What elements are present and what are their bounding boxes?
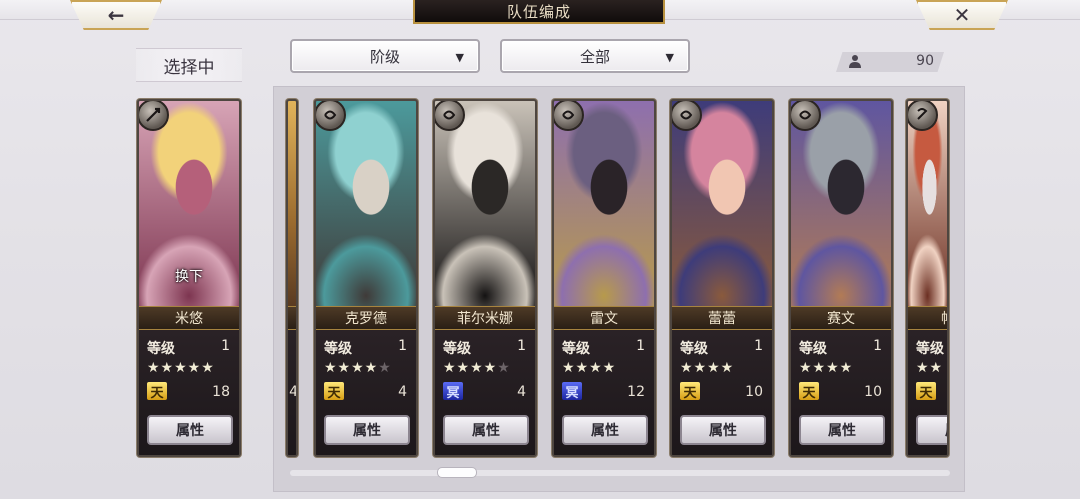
level-value: 1 (398, 338, 407, 354)
page-title: 队伍编成 (413, 0, 665, 24)
spiral-class-icon (554, 101, 584, 131)
sword-class-icon (139, 101, 169, 131)
element-badge: 冥 (443, 382, 463, 401)
spiral-class-icon (791, 101, 821, 131)
bow-class-icon (316, 101, 346, 131)
unit-count: 10 (745, 384, 763, 400)
unit-count-value: 90 (916, 53, 934, 69)
swap-out-label: 换下 (175, 269, 203, 285)
level-value: 1 (221, 338, 230, 354)
attribute-button[interactable]: 属性 (147, 415, 233, 445)
unit-portrait (554, 101, 654, 306)
attribute-button[interactable]: 属性 (443, 415, 529, 445)
unit-name: 雷文 (554, 306, 654, 330)
element-badge: 冥 (562, 382, 582, 401)
back-button[interactable]: ← (70, 0, 162, 30)
star-rating: ★★★★★ (443, 360, 511, 376)
fist-class-icon (435, 101, 465, 131)
selected-unit-card[interactable]: 换下 米悠 等级 1 ★★★★★ 天 18 属性 (137, 99, 241, 457)
unit-count: 18 (212, 384, 230, 400)
filter-dropdown[interactable]: 全部 ▼ (500, 39, 690, 73)
unit-name: 蕾蕾 (672, 306, 772, 330)
level-label: 等级 (562, 341, 590, 357)
star-rating: ★★★★★ (324, 360, 392, 376)
level-value: 1 (873, 338, 882, 354)
star-rating: ★★★★ (799, 360, 854, 376)
star-rating: ★★ (916, 360, 944, 376)
element-badge: 天 (680, 382, 700, 401)
unit-name: 帖 (941, 308, 947, 328)
unit-portrait (316, 101, 416, 306)
level-value: 1 (754, 338, 763, 354)
level-label: 等级 (916, 341, 944, 357)
selecting-label: 选择中 (136, 48, 242, 82)
attribute-button[interactable]: 属性 (324, 415, 410, 445)
unit-count: 4 (398, 384, 407, 400)
unit-card-partial-left[interactable]: 4 (286, 99, 298, 457)
attribute-button[interactable]: 属性 (799, 415, 885, 445)
filter-dropdown-value: 全部 (579, 47, 610, 66)
dropdown-arrow-icon: ▼ (665, 51, 674, 64)
unit-portrait (672, 101, 772, 306)
person-icon (848, 54, 862, 72)
horizontal-scrollbar[interactable] (290, 470, 950, 476)
unit-portrait (908, 101, 947, 306)
spiral-class-icon (672, 101, 702, 131)
unit-card-partial-right[interactable]: 帖 等级 ★★ 天 属性 (906, 99, 949, 457)
attribute-button[interactable]: 属性 (680, 415, 766, 445)
unit-count: 10 (864, 384, 882, 400)
unit-name: 菲尔米娜 (435, 306, 535, 330)
sort-dropdown-value: 阶级 (369, 47, 400, 66)
unit-card[interactable]: 赛文 等级 1 ★★★★ 天 10 属性 (789, 99, 893, 457)
arrow-left-icon: ← (107, 3, 125, 27)
sort-dropdown[interactable]: 阶级 ▼ (290, 39, 480, 73)
class-icon (908, 101, 938, 131)
level-label: 等级 (799, 341, 827, 357)
unit-card[interactable]: 雷文 等级 1 ★★★★ 冥 12 属性 (552, 99, 656, 457)
scrollbar-thumb[interactable] (437, 467, 477, 478)
unit-name: 米悠 (139, 306, 239, 330)
level-label: 等级 (443, 341, 471, 357)
level-label: 等级 (147, 341, 175, 357)
level-label: 等级 (680, 341, 708, 357)
element-badge: 天 (916, 382, 936, 401)
element-badge: 天 (324, 382, 344, 401)
unit-count: 4 (289, 384, 298, 400)
unit-portrait (791, 101, 891, 306)
close-icon: ✕ (953, 3, 971, 27)
close-button[interactable]: ✕ (916, 0, 1008, 30)
unit-portrait (435, 101, 535, 306)
unit-card[interactable]: 菲尔米娜 等级 1 ★★★★★ 冥 4 属性 (433, 99, 537, 457)
star-rating: ★★★★★ (147, 360, 215, 376)
unit-count: 4 (517, 384, 526, 400)
unit-count-badge: 90 (836, 52, 944, 72)
dropdown-arrow-icon: ▼ (455, 51, 464, 64)
star-rating: ★★★★ (680, 360, 735, 376)
unit-card[interactable]: 蕾蕾 等级 1 ★★★★ 天 10 属性 (670, 99, 774, 457)
unit-card[interactable]: 克罗德 等级 1 ★★★★★ 天 4 属性 (314, 99, 418, 457)
element-badge: 天 (799, 382, 819, 401)
level-value: 1 (517, 338, 526, 354)
element-badge: 天 (147, 382, 167, 401)
unit-name: 赛文 (791, 306, 891, 330)
attribute-button[interactable]: 属性 (562, 415, 648, 445)
star-rating: ★★★★ (562, 360, 617, 376)
level-label: 等级 (324, 341, 352, 357)
attribute-button[interactable]: 属性 (916, 415, 947, 445)
unit-count: 12 (627, 384, 645, 400)
unit-name: 克罗德 (316, 306, 416, 330)
level-value: 1 (636, 338, 645, 354)
